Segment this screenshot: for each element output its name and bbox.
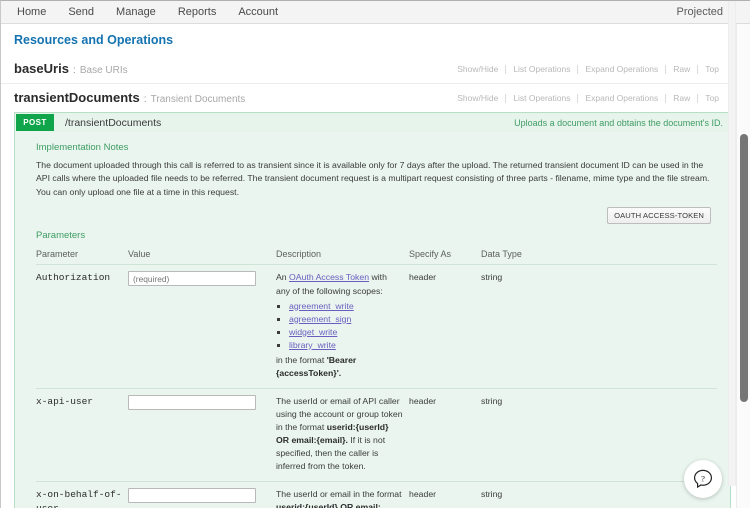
- resource-link-group: Show/Hide List Operations Expand Operati…: [450, 93, 726, 103]
- nav-item-send[interactable]: Send: [57, 1, 105, 23]
- oauth-access-token-link[interactable]: OAuth Access Token: [289, 272, 369, 282]
- resource-description: Transient Documents: [150, 94, 246, 105]
- resource-transientdocuments: transientDocuments : Transient Documents…: [1, 83, 750, 112]
- x-api-user-input[interactable]: [128, 394, 256, 410]
- operation-header[interactable]: POST /transientDocuments Uploads a docum…: [15, 113, 730, 132]
- implementation-notes-title: Implementation Notes: [36, 142, 129, 153]
- link-expand-operations[interactable]: Expand Operations: [578, 93, 665, 103]
- scope-link-library-write[interactable]: library_write: [289, 340, 336, 350]
- desc-bold: userid:{userId} OR email:{email}.: [276, 502, 381, 508]
- cell-description: The userId or email in the format userid…: [276, 481, 409, 508]
- main-content: Resources and Operations baseUris : Base…: [1, 24, 750, 508]
- link-show-hide[interactable]: Show/Hide: [450, 93, 505, 103]
- scope-link-agreement-write[interactable]: agreement_write: [289, 301, 354, 311]
- http-method-badge: POST: [16, 114, 54, 131]
- operation-body: Implementation Notes The document upload…: [15, 132, 730, 508]
- list-item: widget_write: [289, 326, 403, 339]
- column-header-specify-as: Specify As: [409, 247, 481, 266]
- link-raw[interactable]: Raw: [666, 64, 697, 74]
- inner-scrollbar-track[interactable]: [728, 1, 736, 486]
- token-button-row: OAUTH ACCESS-TOKEN: [36, 199, 717, 228]
- operation-path: /transientDocuments: [65, 116, 162, 129]
- help-question-bubble-icon: ?: [693, 469, 713, 489]
- cell-parameter: Authorization: [36, 264, 128, 389]
- x-on-behalf-of-user-input[interactable]: [128, 488, 256, 504]
- resource-name[interactable]: transientDocuments: [14, 90, 140, 105]
- nav-item-manage[interactable]: Manage: [105, 1, 167, 23]
- table-header-row: Parameter Value Description Specify As D…: [36, 247, 717, 266]
- table-row: x-on-behalf-of-user The userId or email …: [36, 481, 717, 508]
- resource-baseuris: baseUris : Base URIs Show/Hide List Oper…: [1, 55, 750, 83]
- page-title: Resources and Operations: [14, 33, 174, 47]
- link-top[interactable]: Top: [698, 64, 726, 74]
- operation-summary: Uploads a document and obtains the docum…: [514, 117, 723, 128]
- column-header-value: Value: [128, 247, 276, 266]
- table-row: Authorization An OAuth Access Token with…: [36, 264, 717, 389]
- parameter-name: Authorization: [36, 272, 111, 284]
- resource-description: Base URIs: [79, 65, 128, 76]
- window-scrollbar[interactable]: [736, 24, 750, 508]
- link-list-operations[interactable]: List Operations: [506, 93, 577, 103]
- browser-page: Home Send Manage Reports Account Project…: [0, 0, 750, 508]
- cell-value: [128, 264, 276, 389]
- scope-link-widget-write[interactable]: widget_write: [289, 327, 337, 337]
- oauth-access-token-button[interactable]: OAUTH ACCESS-TOKEN: [607, 207, 711, 225]
- parameters-table: Parameter Value Description Specify As D…: [36, 247, 717, 508]
- help-chat-button[interactable]: ?: [684, 460, 722, 498]
- list-item: agreement_sign: [289, 313, 403, 326]
- resource-link-group: Show/Hide List Operations Expand Operati…: [450, 64, 726, 74]
- link-raw[interactable]: Raw: [666, 93, 697, 103]
- implementation-notes-text: The document uploaded through this call …: [36, 160, 710, 197]
- desc-tail-pre: in the format: [276, 354, 327, 365]
- cell-value: [128, 481, 276, 508]
- account-selector-label: Projected: [676, 6, 723, 18]
- top-navigation-bar: Home Send Manage Reports Account Project…: [1, 1, 750, 24]
- parameters-title: Parameters: [36, 230, 86, 242]
- nav-item-home[interactable]: Home: [9, 1, 57, 23]
- cell-value: [128, 388, 276, 483]
- cell-specify-as: header: [409, 264, 481, 389]
- list-item: agreement_write: [289, 300, 403, 313]
- parameter-name: x-on-behalf-of-user: [36, 489, 122, 508]
- scope-list: agreement_write agreement_sign widget_wr…: [276, 300, 403, 352]
- resource-name[interactable]: baseUris: [14, 61, 69, 76]
- cell-specify-as: header: [409, 388, 481, 483]
- link-top[interactable]: Top: [698, 93, 726, 103]
- desc-pre: The userId or email in the format: [276, 489, 402, 500]
- operation-post-transientdocuments: POST /transientDocuments Uploads a docum…: [14, 112, 731, 508]
- nav-item-account[interactable]: Account: [227, 1, 289, 23]
- parameter-name: x-api-user: [36, 395, 94, 407]
- svg-text:?: ?: [701, 473, 705, 483]
- link-show-hide[interactable]: Show/Hide: [450, 64, 505, 74]
- column-header-description: Description: [276, 247, 409, 266]
- resource-separator: :: [143, 93, 147, 105]
- link-list-operations[interactable]: List Operations: [506, 64, 577, 74]
- cell-description: An OAuth Access Token with any of the fo…: [276, 264, 409, 389]
- cell-data-type: string: [481, 264, 717, 389]
- scope-link-agreement-sign[interactable]: agreement_sign: [289, 314, 351, 324]
- list-item: library_write: [289, 339, 403, 352]
- column-header-parameter: Parameter: [36, 247, 128, 266]
- cell-data-type: string: [481, 481, 717, 508]
- authorization-input[interactable]: [128, 271, 256, 287]
- cell-specify-as: header: [409, 481, 481, 508]
- cell-data-type: string: [481, 388, 717, 483]
- link-expand-operations[interactable]: Expand Operations: [578, 64, 665, 74]
- nav-item-reports[interactable]: Reports: [167, 1, 228, 23]
- operation-body-inner: Implementation Notes The document upload…: [15, 142, 730, 508]
- cell-parameter: x-api-user: [36, 388, 128, 483]
- table-row: x-api-user The userId or email of API ca…: [36, 388, 717, 483]
- resource-separator: :: [72, 64, 76, 76]
- window-scrollbar-thumb[interactable]: [740, 134, 748, 402]
- cell-parameter: x-on-behalf-of-user: [36, 481, 128, 508]
- cell-description: The userId or email of API caller using …: [276, 388, 409, 483]
- column-header-data-type: Data Type: [481, 247, 717, 266]
- desc-lead-pre: An: [276, 272, 290, 283]
